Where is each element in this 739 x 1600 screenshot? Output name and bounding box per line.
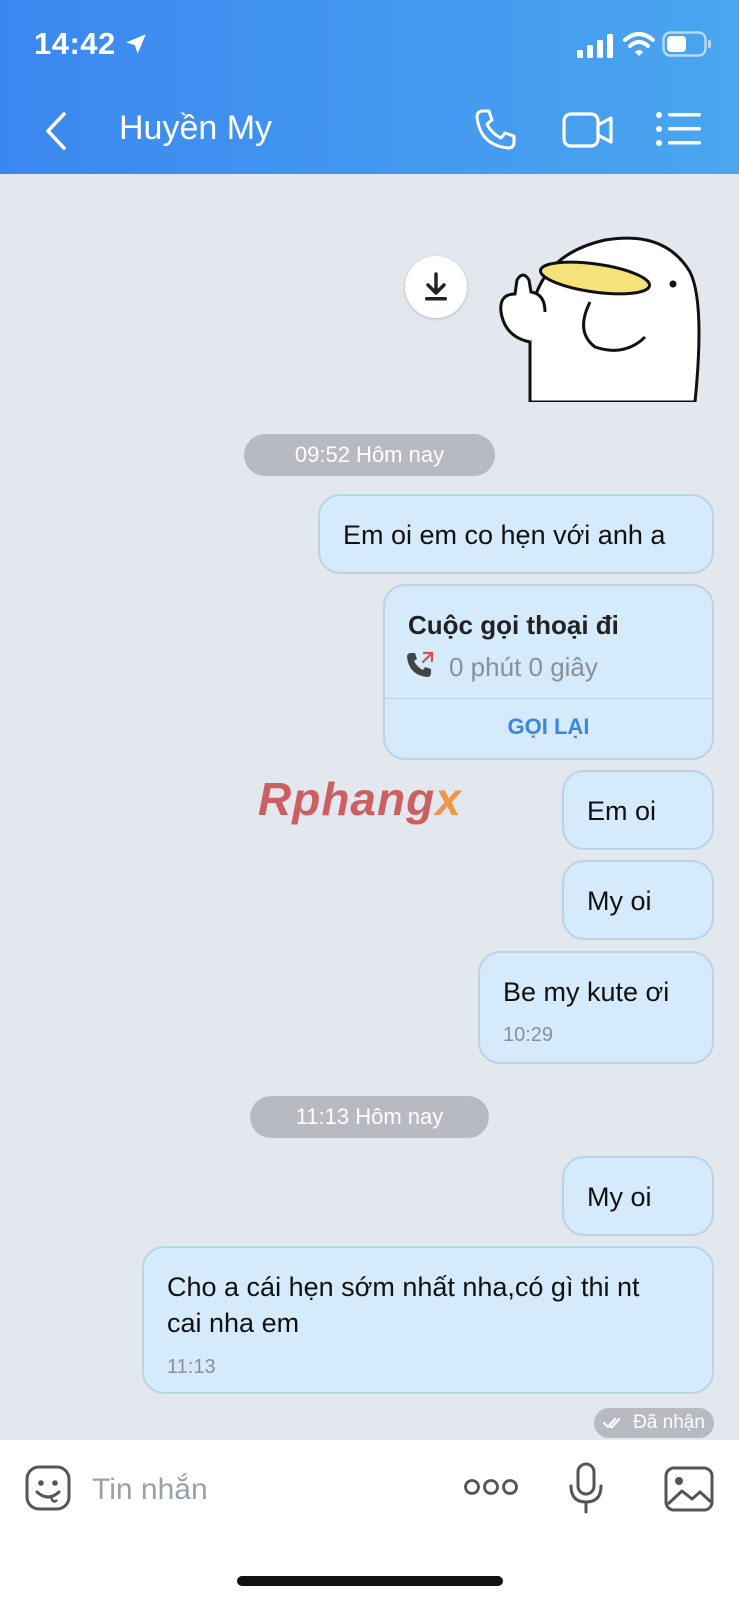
message-bubble[interactable]: Be my kute ơi 10:29 xyxy=(478,951,714,1064)
message-text: Em oi em co hẹn với anh a xyxy=(343,520,666,550)
status-time: 14:42 xyxy=(34,26,116,61)
download-icon xyxy=(425,272,447,301)
message-text-line-1: Cho a cái hẹn sớm nhất nha,có gì thi nt xyxy=(167,1272,640,1302)
message-input[interactable] xyxy=(92,1470,422,1510)
video-call-button[interactable] xyxy=(562,110,614,150)
outgoing-call-icon xyxy=(407,651,434,677)
wifi-icon xyxy=(623,32,655,56)
message-bubble[interactable]: My oi xyxy=(562,860,714,940)
message-bubble[interactable]: Em oi em co hẹn với anh a xyxy=(318,494,714,574)
message-text: Be my kute ơi xyxy=(503,977,670,1007)
message-text: My oi xyxy=(587,886,652,916)
message-time: 10:29 xyxy=(503,1024,554,1046)
more-options-button[interactable] xyxy=(464,1474,518,1500)
message-time: 11:13 xyxy=(167,1356,216,1378)
message-text-line-2: cai nha em xyxy=(167,1308,300,1338)
card-divider xyxy=(385,698,712,699)
back-button[interactable] xyxy=(36,106,76,156)
watermark-text-x: x xyxy=(435,773,462,825)
message-text: My oi xyxy=(587,1182,652,1212)
watermark-text: Rphang xyxy=(258,773,436,825)
battery-icon xyxy=(662,31,711,57)
mic-button[interactable] xyxy=(568,1462,604,1514)
message-bubble[interactable]: Cho a cái hẹn sớm nhất nha,có gì thi nt … xyxy=(142,1246,714,1394)
download-button[interactable] xyxy=(405,256,467,318)
phone-call-button[interactable] xyxy=(474,107,518,151)
delivery-status-badge: Đã nhận xyxy=(594,1408,714,1438)
call-back-button[interactable]: GỌI LẠI xyxy=(385,714,712,740)
time-divider: 11:13 Hôm nay xyxy=(250,1096,489,1138)
signal-icon xyxy=(577,34,613,58)
message-bubble[interactable]: Em oi xyxy=(562,770,714,850)
chat-header: 14:42 Huyền My xyxy=(0,0,739,174)
call-card: Cuộc gọi thoại đi 0 phút 0 giây GỌI LẠI xyxy=(383,584,714,760)
menu-button[interactable] xyxy=(655,110,701,148)
call-duration: 0 phút 0 giây xyxy=(449,652,598,682)
home-indicator xyxy=(237,1576,503,1586)
double-check-icon xyxy=(603,1417,621,1429)
sticker-emoji-button[interactable] xyxy=(24,1464,72,1512)
call-title: Cuộc gọi thoại đi xyxy=(408,610,619,640)
message-text: Em oi xyxy=(587,796,657,826)
composer-bar xyxy=(0,1440,739,1600)
location-arrow-icon xyxy=(126,34,146,54)
watermark: Rphangx xyxy=(258,772,462,826)
time-divider: 09:52 Hôm nay xyxy=(244,434,495,476)
sticker-image[interactable] xyxy=(495,232,715,402)
image-picker-button[interactable] xyxy=(664,1466,714,1512)
delivery-status-text: Đã nhận xyxy=(633,1412,705,1433)
message-bubble[interactable]: My oi xyxy=(562,1156,714,1236)
contact-name: Huyền My xyxy=(119,109,273,147)
